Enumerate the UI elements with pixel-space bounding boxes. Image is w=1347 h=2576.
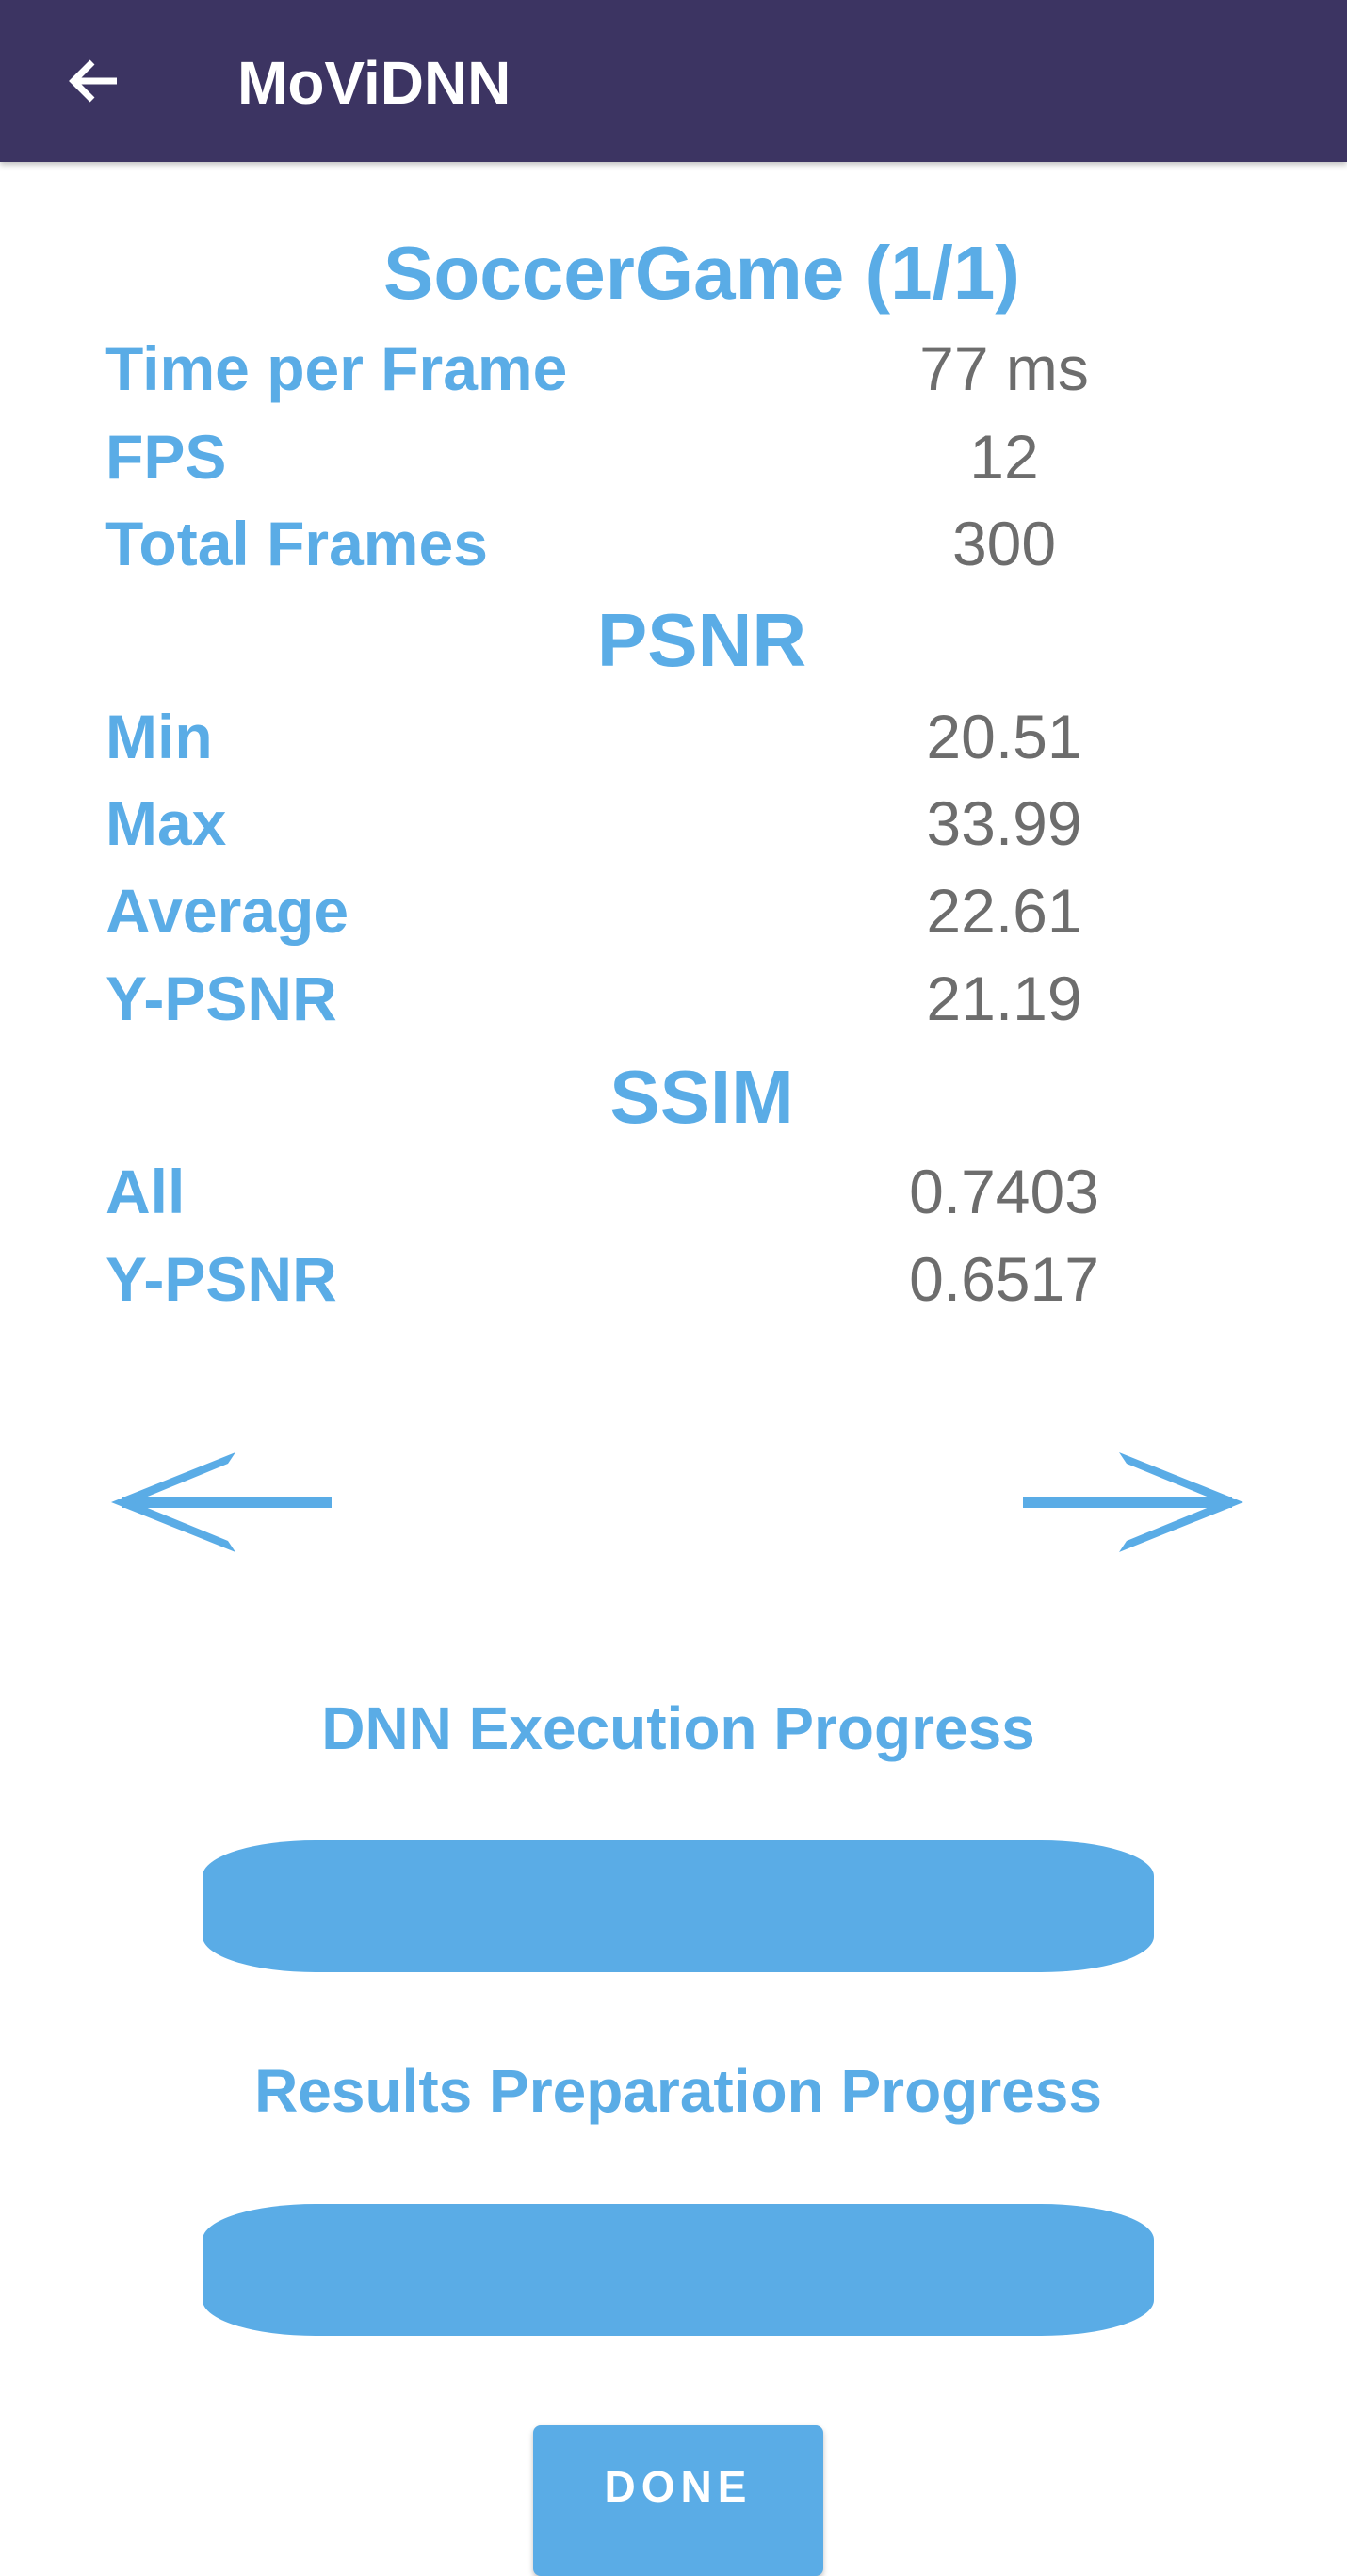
results-progress-fill — [203, 2204, 1154, 2336]
time-per-frame-label: Time per Frame — [105, 333, 568, 403]
arrow-left-icon — [111, 1452, 332, 1552]
ssim-y-psnr-value: 0.6517 — [909, 1244, 1099, 1314]
back-button[interactable] — [47, 34, 141, 128]
results-progress-label: Results Preparation Progress — [254, 2057, 1102, 2125]
dnn-progress-fill — [203, 1840, 1154, 1972]
ssim-all-label: All — [105, 1157, 186, 1226]
app-bar: MoViDNN — [0, 0, 1347, 162]
dnn-progress-bar — [203, 1840, 1154, 1972]
app-title: MoViDNN — [237, 49, 511, 117]
psnr-y-psnr-label: Y-PSNR — [105, 964, 337, 1033]
time-per-frame-value: 77 ms — [919, 333, 1089, 403]
psnr-min-value: 20.51 — [926, 702, 1082, 771]
ssim-all-value: 0.7403 — [909, 1157, 1099, 1226]
psnr-max-value: 33.99 — [926, 788, 1082, 858]
psnr-section-title: PSNR — [596, 598, 807, 682]
ssim-section-title: SSIM — [609, 1055, 794, 1139]
results-progress-bar — [203, 2204, 1154, 2336]
fps-label: FPS — [105, 422, 227, 492]
total-frames-label: Total Frames — [105, 509, 488, 578]
dnn-progress-label: DNN Execution Progress — [321, 1694, 1035, 1762]
psnr-max-label: Max — [105, 788, 227, 858]
psnr-min-label: Min — [105, 702, 213, 771]
next-button[interactable] — [1015, 1441, 1251, 1563]
ssim-y-psnr-label: Y-PSNR — [105, 1244, 337, 1314]
previous-button[interactable] — [104, 1441, 339, 1563]
psnr-average-value: 22.61 — [926, 876, 1082, 946]
fps-value: 12 — [969, 422, 1039, 492]
psnr-y-psnr-value: 21.19 — [926, 964, 1082, 1033]
psnr-average-label: Average — [105, 876, 349, 946]
arrow-right-icon — [1023, 1452, 1243, 1552]
arrow-left-icon — [69, 59, 117, 103]
total-frames-value: 300 — [951, 509, 1057, 578]
done-button[interactable]: DONE — [533, 2425, 823, 2576]
video-title: SoccerGame (1/1) — [383, 231, 1020, 315]
